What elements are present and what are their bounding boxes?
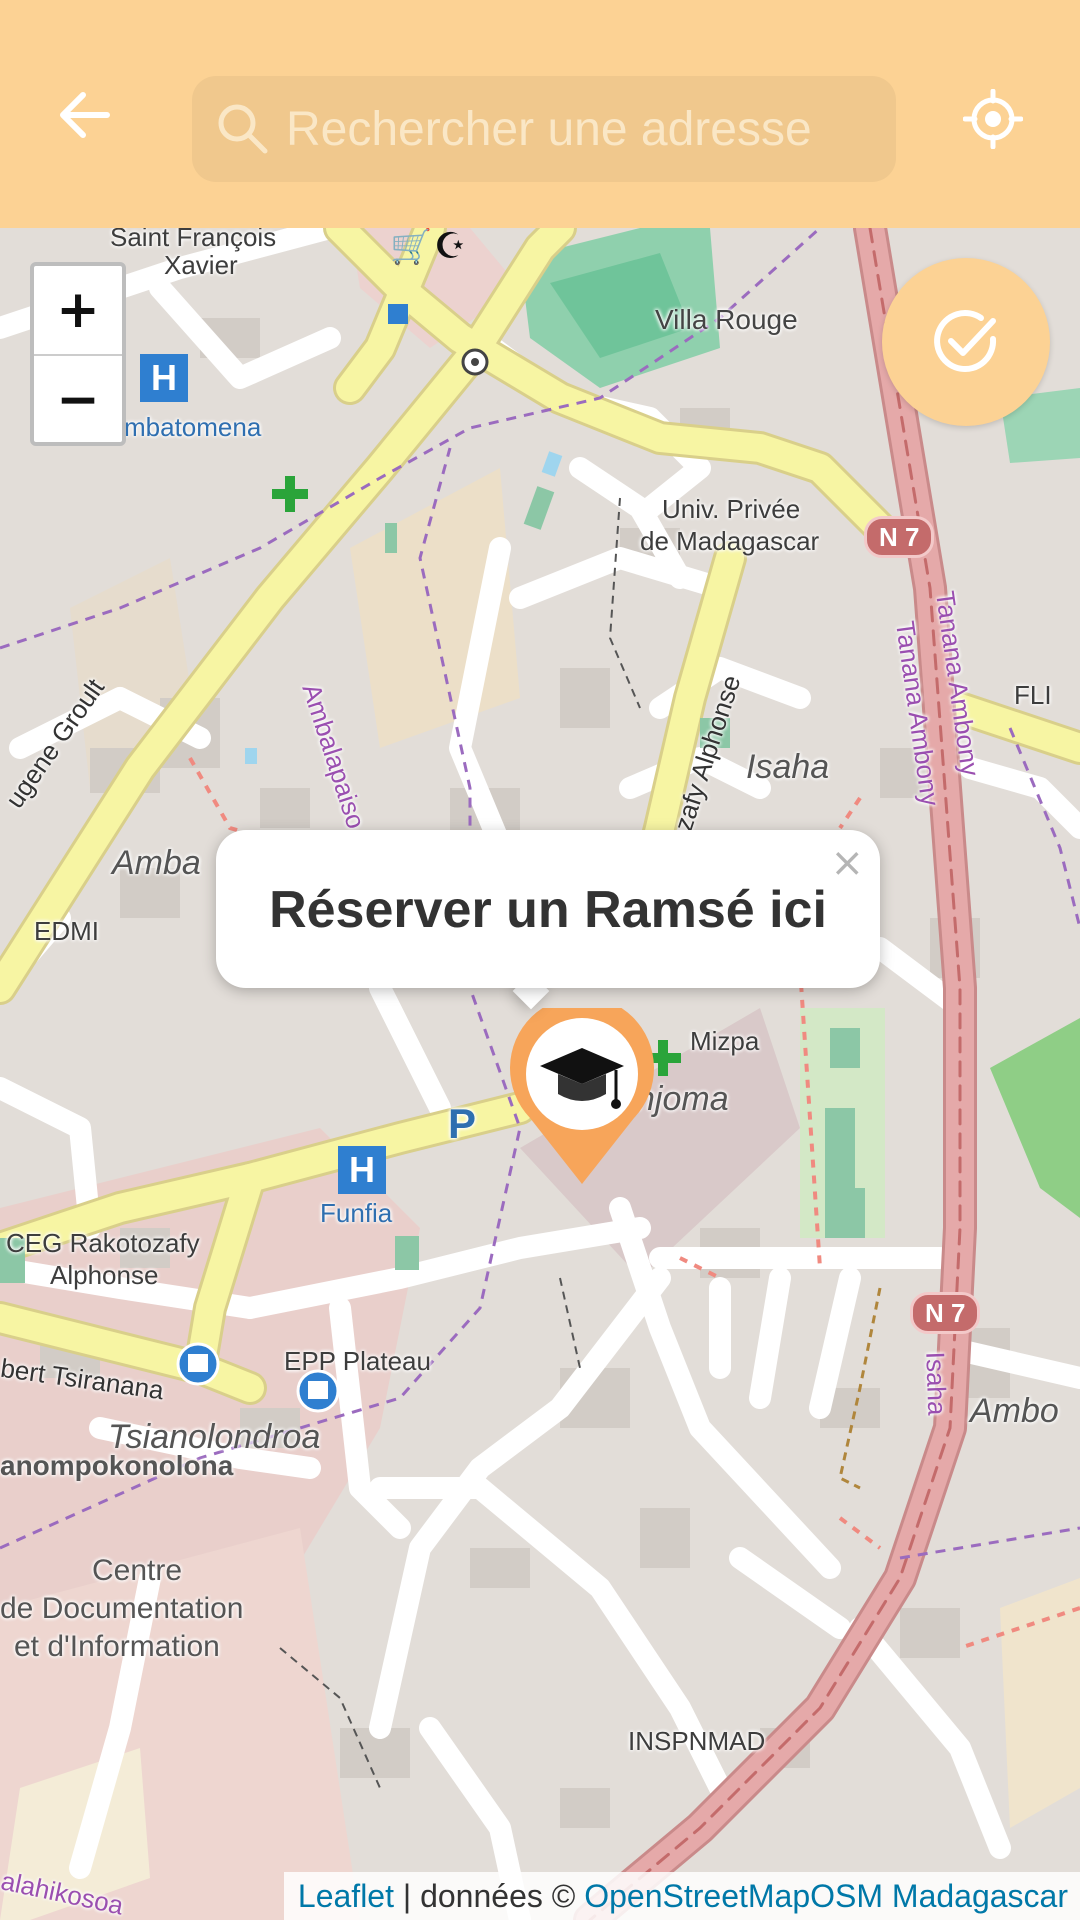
search-icon — [212, 98, 274, 160]
zoom-control: + − — [30, 262, 126, 446]
map-label: et d'Information — [14, 1630, 220, 1663]
zoom-out-button[interactable]: − — [34, 354, 122, 444]
my-location-button[interactable] — [958, 84, 1028, 154]
map-attribution: Leaflet | données © OpenStreetMapOSM Mad… — [283, 1872, 1080, 1920]
map-label: EPP Plateau — [284, 1346, 431, 1376]
map-label: Villa Rouge — [655, 304, 798, 335]
map-label: Isaha — [920, 1351, 953, 1416]
map-label: Ambo — [970, 1392, 1059, 1430]
map-label: de Documentation — [0, 1592, 244, 1625]
map-label: EDMI — [34, 916, 99, 946]
map-label: FLI — [1014, 680, 1052, 710]
map-label: Amba — [112, 844, 201, 882]
map-label: INSPNMAD — [628, 1726, 766, 1756]
zoom-in-button[interactable]: + — [34, 266, 122, 354]
road-shield-n7: N 7 — [910, 1292, 981, 1334]
search-bar[interactable] — [192, 76, 896, 182]
popup-message: Réserver un Ramsé ici — [269, 881, 827, 939]
hospital-icon: H — [140, 354, 188, 402]
map-label: anompokonolona — [0, 1450, 234, 1481]
booking-popup: × Réserver un Ramsé ici — [216, 830, 880, 988]
parking-icon: P — [448, 1100, 477, 1147]
map-label: Xavier — [164, 250, 238, 280]
arrow-left-icon — [60, 92, 110, 138]
attribution-text: | données © — [393, 1878, 585, 1914]
map-label: CEG Rakotozafy — [6, 1228, 200, 1258]
svg-text:☪: ☪ — [434, 228, 466, 267]
map-label: Mizpa — [690, 1026, 760, 1056]
map-label: Univ. Privée — [662, 494, 801, 524]
osm-link[interactable]: OpenStreetMapOSM Madagascar — [584, 1878, 1068, 1914]
map-label: mbatomena — [124, 412, 262, 442]
back-button[interactable] — [50, 80, 120, 150]
leaflet-link[interactable]: Leaflet — [298, 1878, 394, 1914]
map-label: Isaha — [746, 748, 830, 786]
map-label: Funfia — [320, 1198, 393, 1228]
svg-text:🛒: 🛒 — [390, 228, 432, 267]
map-label: Centre — [92, 1554, 183, 1587]
location-marker[interactable] — [508, 996, 656, 1188]
hospital-icon: H — [338, 1146, 386, 1194]
top-app-bar — [0, 0, 1080, 228]
crosshair-icon — [963, 89, 1023, 149]
map-label: de Madagascar — [640, 526, 820, 556]
road-shield-n7: N 7 — [864, 516, 935, 558]
map-label: Alphonse — [50, 1260, 159, 1290]
check-circle-icon — [934, 310, 997, 372]
confirm-location-button[interactable] — [882, 258, 1050, 426]
address-search-input[interactable] — [284, 100, 888, 158]
